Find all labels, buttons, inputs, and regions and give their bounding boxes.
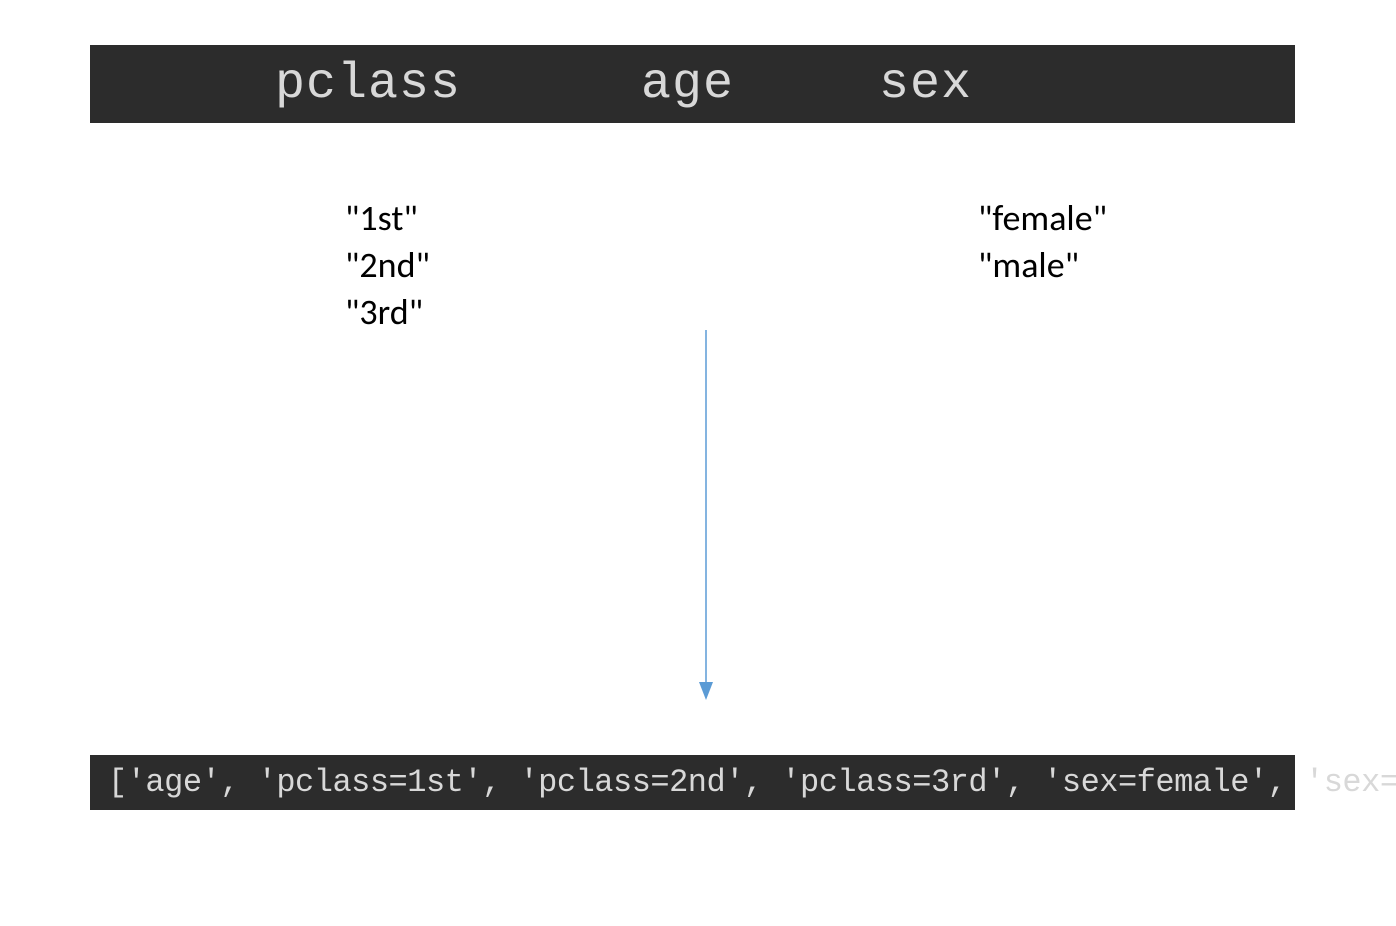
column-header-sex: sex (879, 56, 972, 113)
sex-value-item: "female" (978, 195, 1107, 242)
down-arrow-icon (696, 330, 716, 700)
output-bar: ['age', 'pclass=1st', 'pclass=2nd', 'pcl… (90, 755, 1295, 810)
column-header-pclass: pclass (275, 56, 461, 113)
column-header-age: age (641, 56, 734, 113)
column-header-bar: pclass age sex (90, 45, 1295, 123)
output-text: ['age', 'pclass=1st', 'pclass=2nd', 'pcl… (108, 764, 1396, 801)
pclass-value-list: "1st" "2nd" "3rd" (345, 195, 430, 335)
sex-value-list: "female" "male" (978, 195, 1107, 289)
sex-value-item: "male" (978, 242, 1107, 289)
pclass-value-item: "1st" (345, 195, 430, 242)
pclass-value-item: "2nd" (345, 242, 430, 289)
pclass-value-item: "3rd" (345, 289, 430, 336)
